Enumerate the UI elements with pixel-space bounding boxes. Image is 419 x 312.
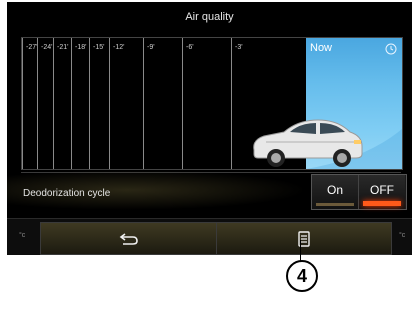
on-button[interactable]: On	[312, 175, 359, 209]
deodorization-label: Deodorization cycle	[23, 188, 111, 199]
callout-number: 4	[286, 260, 318, 292]
now-label: Now	[310, 42, 333, 54]
back-button[interactable]	[40, 222, 217, 255]
clock-icon	[385, 43, 397, 55]
time-label: -9'	[147, 44, 155, 51]
left-temperature-unit: °c	[19, 232, 26, 239]
deodorization-toggle: On OFF	[311, 174, 407, 210]
off-button[interactable]: OFF	[359, 175, 405, 209]
time-label: -12'	[113, 44, 125, 51]
bottom-bar: °c °c	[7, 218, 412, 255]
time-label: -18'	[75, 44, 87, 51]
car-icon	[253, 119, 363, 167]
air-quality-chart: -27' -24' -21' -18' -15' -12' -9' -6' -3…	[21, 37, 403, 170]
time-label: -3'	[235, 44, 243, 51]
on-button-label: On	[326, 183, 343, 197]
page-title: Air quality	[185, 11, 234, 23]
time-label: -6'	[186, 44, 194, 51]
time-label: -21'	[57, 44, 69, 51]
back-arrow-icon	[119, 232, 138, 245]
time-label: -15'	[93, 44, 105, 51]
time-label: -27'	[26, 44, 38, 51]
screen: Air quality -27' -24' -21' -18' -15' -12…	[7, 2, 412, 255]
menu-button[interactable]	[216, 222, 392, 255]
callout-line	[300, 240, 301, 262]
time-label: -24'	[41, 44, 53, 51]
off-button-label: OFF	[370, 183, 394, 197]
right-temperature-unit: °c	[399, 232, 406, 239]
